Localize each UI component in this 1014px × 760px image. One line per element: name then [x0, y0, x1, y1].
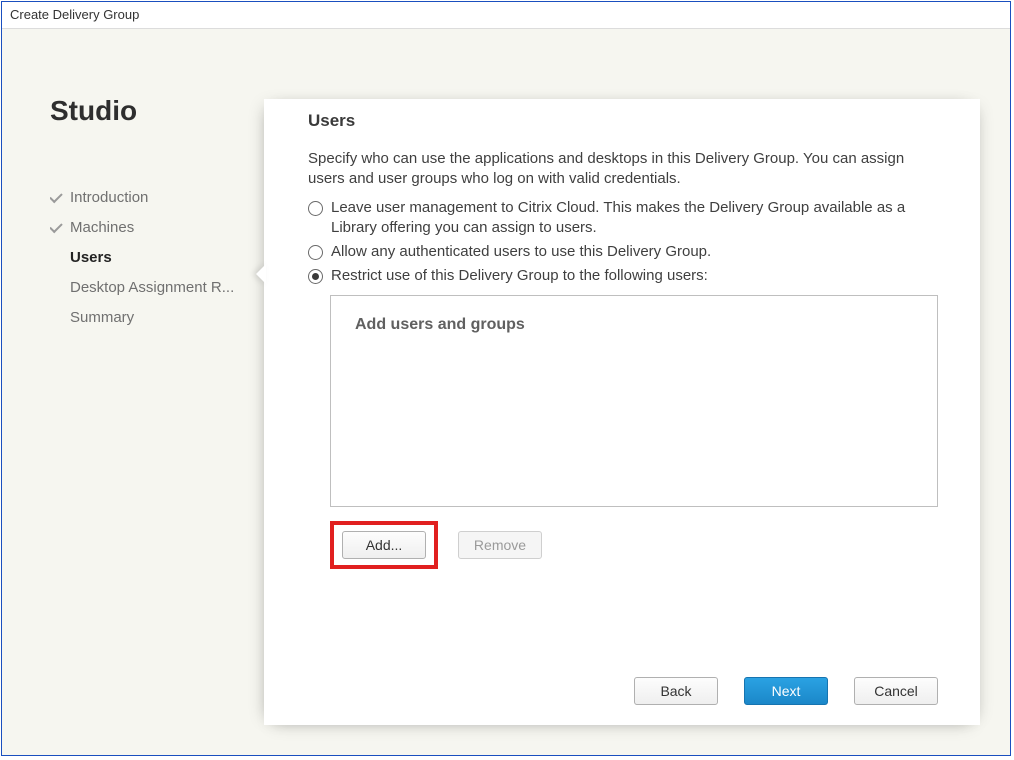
- window-title: Create Delivery Group: [2, 2, 1010, 29]
- option-citrix-cloud[interactable]: Leave user management to Citrix Cloud. T…: [308, 198, 938, 239]
- listbox-placeholder: Add users and groups: [355, 316, 913, 334]
- sidebar-title: Studio: [50, 95, 264, 127]
- sidebar: Studio Introduction Machines Users Deskt…: [2, 29, 264, 755]
- nav-item-machines[interactable]: Machines: [50, 213, 250, 243]
- nav-item-label: Users: [70, 249, 112, 266]
- wizard-footer: Back Next Cancel: [634, 677, 938, 705]
- radio-label: Allow any authenticated users to use thi…: [331, 242, 711, 262]
- client-area: Studio Introduction Machines Users Deskt…: [2, 29, 1010, 755]
- radio-icon[interactable]: [308, 245, 323, 260]
- back-button[interactable]: Back: [634, 677, 718, 705]
- panel-content: Users Specify who can use the applicatio…: [308, 111, 938, 705]
- nav-item-label: Desktop Assignment R...: [70, 279, 234, 296]
- add-button[interactable]: Add...: [342, 531, 426, 559]
- nav-item-desktop-assignment[interactable]: Desktop Assignment R...: [50, 273, 250, 303]
- option-restrict-users[interactable]: Restrict use of this Delivery Group to t…: [308, 266, 938, 286]
- panel-arrow-icon: [256, 264, 266, 284]
- radio-label: Restrict use of this Delivery Group to t…: [331, 266, 708, 286]
- wizard-nav: Introduction Machines Users Desktop Assi…: [50, 183, 264, 333]
- nav-item-label: Machines: [70, 219, 134, 236]
- next-button[interactable]: Next: [744, 677, 828, 705]
- radio-icon[interactable]: [308, 201, 323, 216]
- users-listbox[interactable]: Add users and groups: [330, 295, 938, 507]
- remove-button: Remove: [458, 531, 542, 559]
- dialog-window: Create Delivery Group Studio Introductio…: [1, 1, 1011, 756]
- page-description: Specify who can use the applications and…: [308, 149, 938, 190]
- nav-item-users[interactable]: Users: [50, 243, 250, 273]
- page-title: Users: [308, 111, 938, 131]
- main-panel: Users Specify who can use the applicatio…: [264, 99, 980, 725]
- list-button-row: Add... Remove: [330, 521, 938, 569]
- nav-item-introduction[interactable]: Introduction: [50, 183, 250, 213]
- nav-item-label: Introduction: [70, 189, 148, 206]
- nav-item-summary[interactable]: Summary: [50, 303, 250, 333]
- option-any-authenticated[interactable]: Allow any authenticated users to use thi…: [308, 242, 938, 262]
- radio-label: Leave user management to Citrix Cloud. T…: [331, 198, 938, 239]
- highlight-annotation: Add...: [330, 521, 438, 569]
- radio-icon[interactable]: [308, 269, 323, 284]
- cancel-button[interactable]: Cancel: [854, 677, 938, 705]
- nav-item-label: Summary: [70, 309, 134, 326]
